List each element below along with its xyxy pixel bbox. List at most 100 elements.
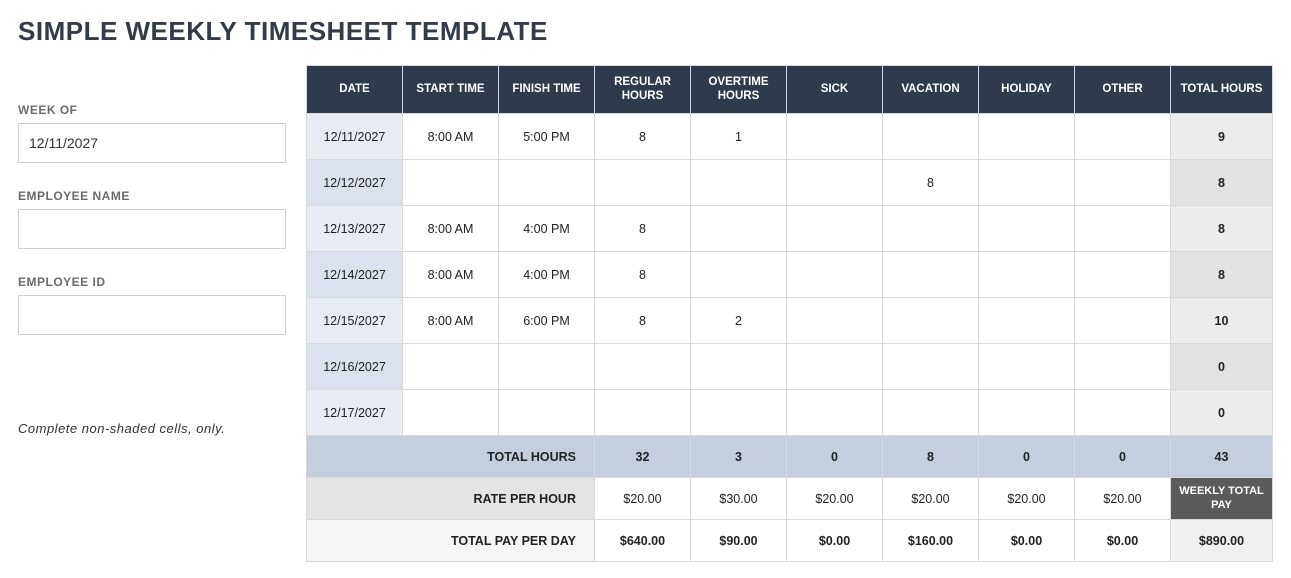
- total-hours-label: TOTAL HOURS: [307, 436, 595, 478]
- start-time-cell[interactable]: 8:00 AM: [403, 114, 499, 160]
- rate-overtime[interactable]: $30.00: [691, 478, 787, 520]
- finish-time-cell[interactable]: 4:00 PM: [499, 252, 595, 298]
- date-cell: 12/14/2027: [307, 252, 403, 298]
- employee-id-label: EMPLOYEE ID: [18, 275, 286, 289]
- total-holiday: 0: [979, 436, 1075, 478]
- table-row: 12/15/20278:00 AM6:00 PM8210: [307, 298, 1273, 344]
- employee-id-input[interactable]: [18, 295, 286, 335]
- sick-cell[interactable]: [787, 114, 883, 160]
- regular-cell[interactable]: 8: [595, 298, 691, 344]
- other-cell[interactable]: [1075, 344, 1171, 390]
- holiday-cell[interactable]: [979, 206, 1075, 252]
- date-cell: 12/13/2027: [307, 206, 403, 252]
- page-title: SIMPLE WEEKLY TIMESHEET TEMPLATE: [18, 16, 1273, 47]
- overtime-cell[interactable]: 2: [691, 298, 787, 344]
- holiday-cell[interactable]: [979, 344, 1075, 390]
- overtime-cell[interactable]: [691, 206, 787, 252]
- regular-cell[interactable]: 8: [595, 206, 691, 252]
- finish-time-cell[interactable]: [499, 160, 595, 206]
- overtime-cell[interactable]: [691, 390, 787, 436]
- finish-time-cell[interactable]: [499, 390, 595, 436]
- other-cell[interactable]: [1075, 252, 1171, 298]
- rate-label: RATE PER HOUR: [307, 478, 595, 520]
- other-cell[interactable]: [1075, 298, 1171, 344]
- overtime-cell[interactable]: [691, 344, 787, 390]
- overtime-cell[interactable]: [691, 252, 787, 298]
- total-sick: 0: [787, 436, 883, 478]
- table-row: 12/16/20270: [307, 344, 1273, 390]
- sick-cell[interactable]: [787, 252, 883, 298]
- start-time-cell[interactable]: [403, 344, 499, 390]
- holiday-cell[interactable]: [979, 160, 1075, 206]
- rate-holiday[interactable]: $20.00: [979, 478, 1075, 520]
- vacation-cell[interactable]: [883, 298, 979, 344]
- finish-time-cell[interactable]: 5:00 PM: [499, 114, 595, 160]
- table-row: 12/17/20270: [307, 390, 1273, 436]
- overtime-cell[interactable]: 1: [691, 114, 787, 160]
- vacation-cell[interactable]: [883, 390, 979, 436]
- date-cell: 12/11/2027: [307, 114, 403, 160]
- timesheet-table: DATE START TIME FINISH TIME REGULAR HOUR…: [306, 65, 1273, 562]
- finish-time-cell[interactable]: 6:00 PM: [499, 298, 595, 344]
- regular-cell[interactable]: 8: [595, 114, 691, 160]
- employee-name-input[interactable]: [18, 209, 286, 249]
- start-time-cell[interactable]: 8:00 AM: [403, 298, 499, 344]
- holiday-cell[interactable]: [979, 298, 1075, 344]
- sick-cell[interactable]: [787, 390, 883, 436]
- finish-time-cell[interactable]: [499, 344, 595, 390]
- sick-cell[interactable]: [787, 298, 883, 344]
- start-time-cell[interactable]: 8:00 AM: [403, 252, 499, 298]
- total-pay-label: TOTAL PAY PER DAY: [307, 520, 595, 562]
- vacation-cell[interactable]: [883, 206, 979, 252]
- vacation-cell[interactable]: 8: [883, 160, 979, 206]
- other-cell[interactable]: [1075, 206, 1171, 252]
- start-time-cell[interactable]: [403, 160, 499, 206]
- col-date: DATE: [307, 66, 403, 114]
- date-cell: 12/17/2027: [307, 390, 403, 436]
- col-sick: SICK: [787, 66, 883, 114]
- rate-other[interactable]: $20.00: [1075, 478, 1171, 520]
- start-time-cell[interactable]: [403, 390, 499, 436]
- other-cell[interactable]: [1075, 390, 1171, 436]
- regular-cell[interactable]: 8: [595, 252, 691, 298]
- holiday-cell[interactable]: [979, 114, 1075, 160]
- row-total-cell: 8: [1171, 252, 1273, 298]
- start-time-cell[interactable]: 8:00 AM: [403, 206, 499, 252]
- total-regular: 32: [595, 436, 691, 478]
- holiday-cell[interactable]: [979, 390, 1075, 436]
- pay-overtime: $90.00: [691, 520, 787, 562]
- vacation-cell[interactable]: [883, 344, 979, 390]
- overtime-cell[interactable]: [691, 160, 787, 206]
- date-cell: 12/15/2027: [307, 298, 403, 344]
- col-holiday: HOLIDAY: [979, 66, 1075, 114]
- table-row: 12/11/20278:00 AM5:00 PM819: [307, 114, 1273, 160]
- week-of-input[interactable]: [18, 123, 286, 163]
- regular-cell[interactable]: [595, 344, 691, 390]
- regular-cell[interactable]: [595, 390, 691, 436]
- sick-cell[interactable]: [787, 344, 883, 390]
- holiday-cell[interactable]: [979, 252, 1075, 298]
- regular-cell[interactable]: [595, 160, 691, 206]
- rate-sick[interactable]: $20.00: [787, 478, 883, 520]
- vacation-cell[interactable]: [883, 114, 979, 160]
- pay-regular: $640.00: [595, 520, 691, 562]
- employee-name-label: EMPLOYEE NAME: [18, 189, 286, 203]
- other-cell[interactable]: [1075, 114, 1171, 160]
- finish-time-cell[interactable]: 4:00 PM: [499, 206, 595, 252]
- col-total-hours: TOTAL HOURS: [1171, 66, 1273, 114]
- pay-vacation: $160.00: [883, 520, 979, 562]
- total-vacation: 8: [883, 436, 979, 478]
- sick-cell[interactable]: [787, 206, 883, 252]
- pay-holiday: $0.00: [979, 520, 1075, 562]
- total-pay-row: TOTAL PAY PER DAY $640.00 $90.00 $0.00 $…: [307, 520, 1273, 562]
- rate-regular[interactable]: $20.00: [595, 478, 691, 520]
- col-overtime-hours: OVERTIME HOURS: [691, 66, 787, 114]
- other-cell[interactable]: [1075, 160, 1171, 206]
- rate-vacation[interactable]: $20.00: [883, 478, 979, 520]
- total-grand: 43: [1171, 436, 1273, 478]
- col-vacation: VACATION: [883, 66, 979, 114]
- sick-cell[interactable]: [787, 160, 883, 206]
- total-other: 0: [1075, 436, 1171, 478]
- vacation-cell[interactable]: [883, 252, 979, 298]
- pay-sick: $0.00: [787, 520, 883, 562]
